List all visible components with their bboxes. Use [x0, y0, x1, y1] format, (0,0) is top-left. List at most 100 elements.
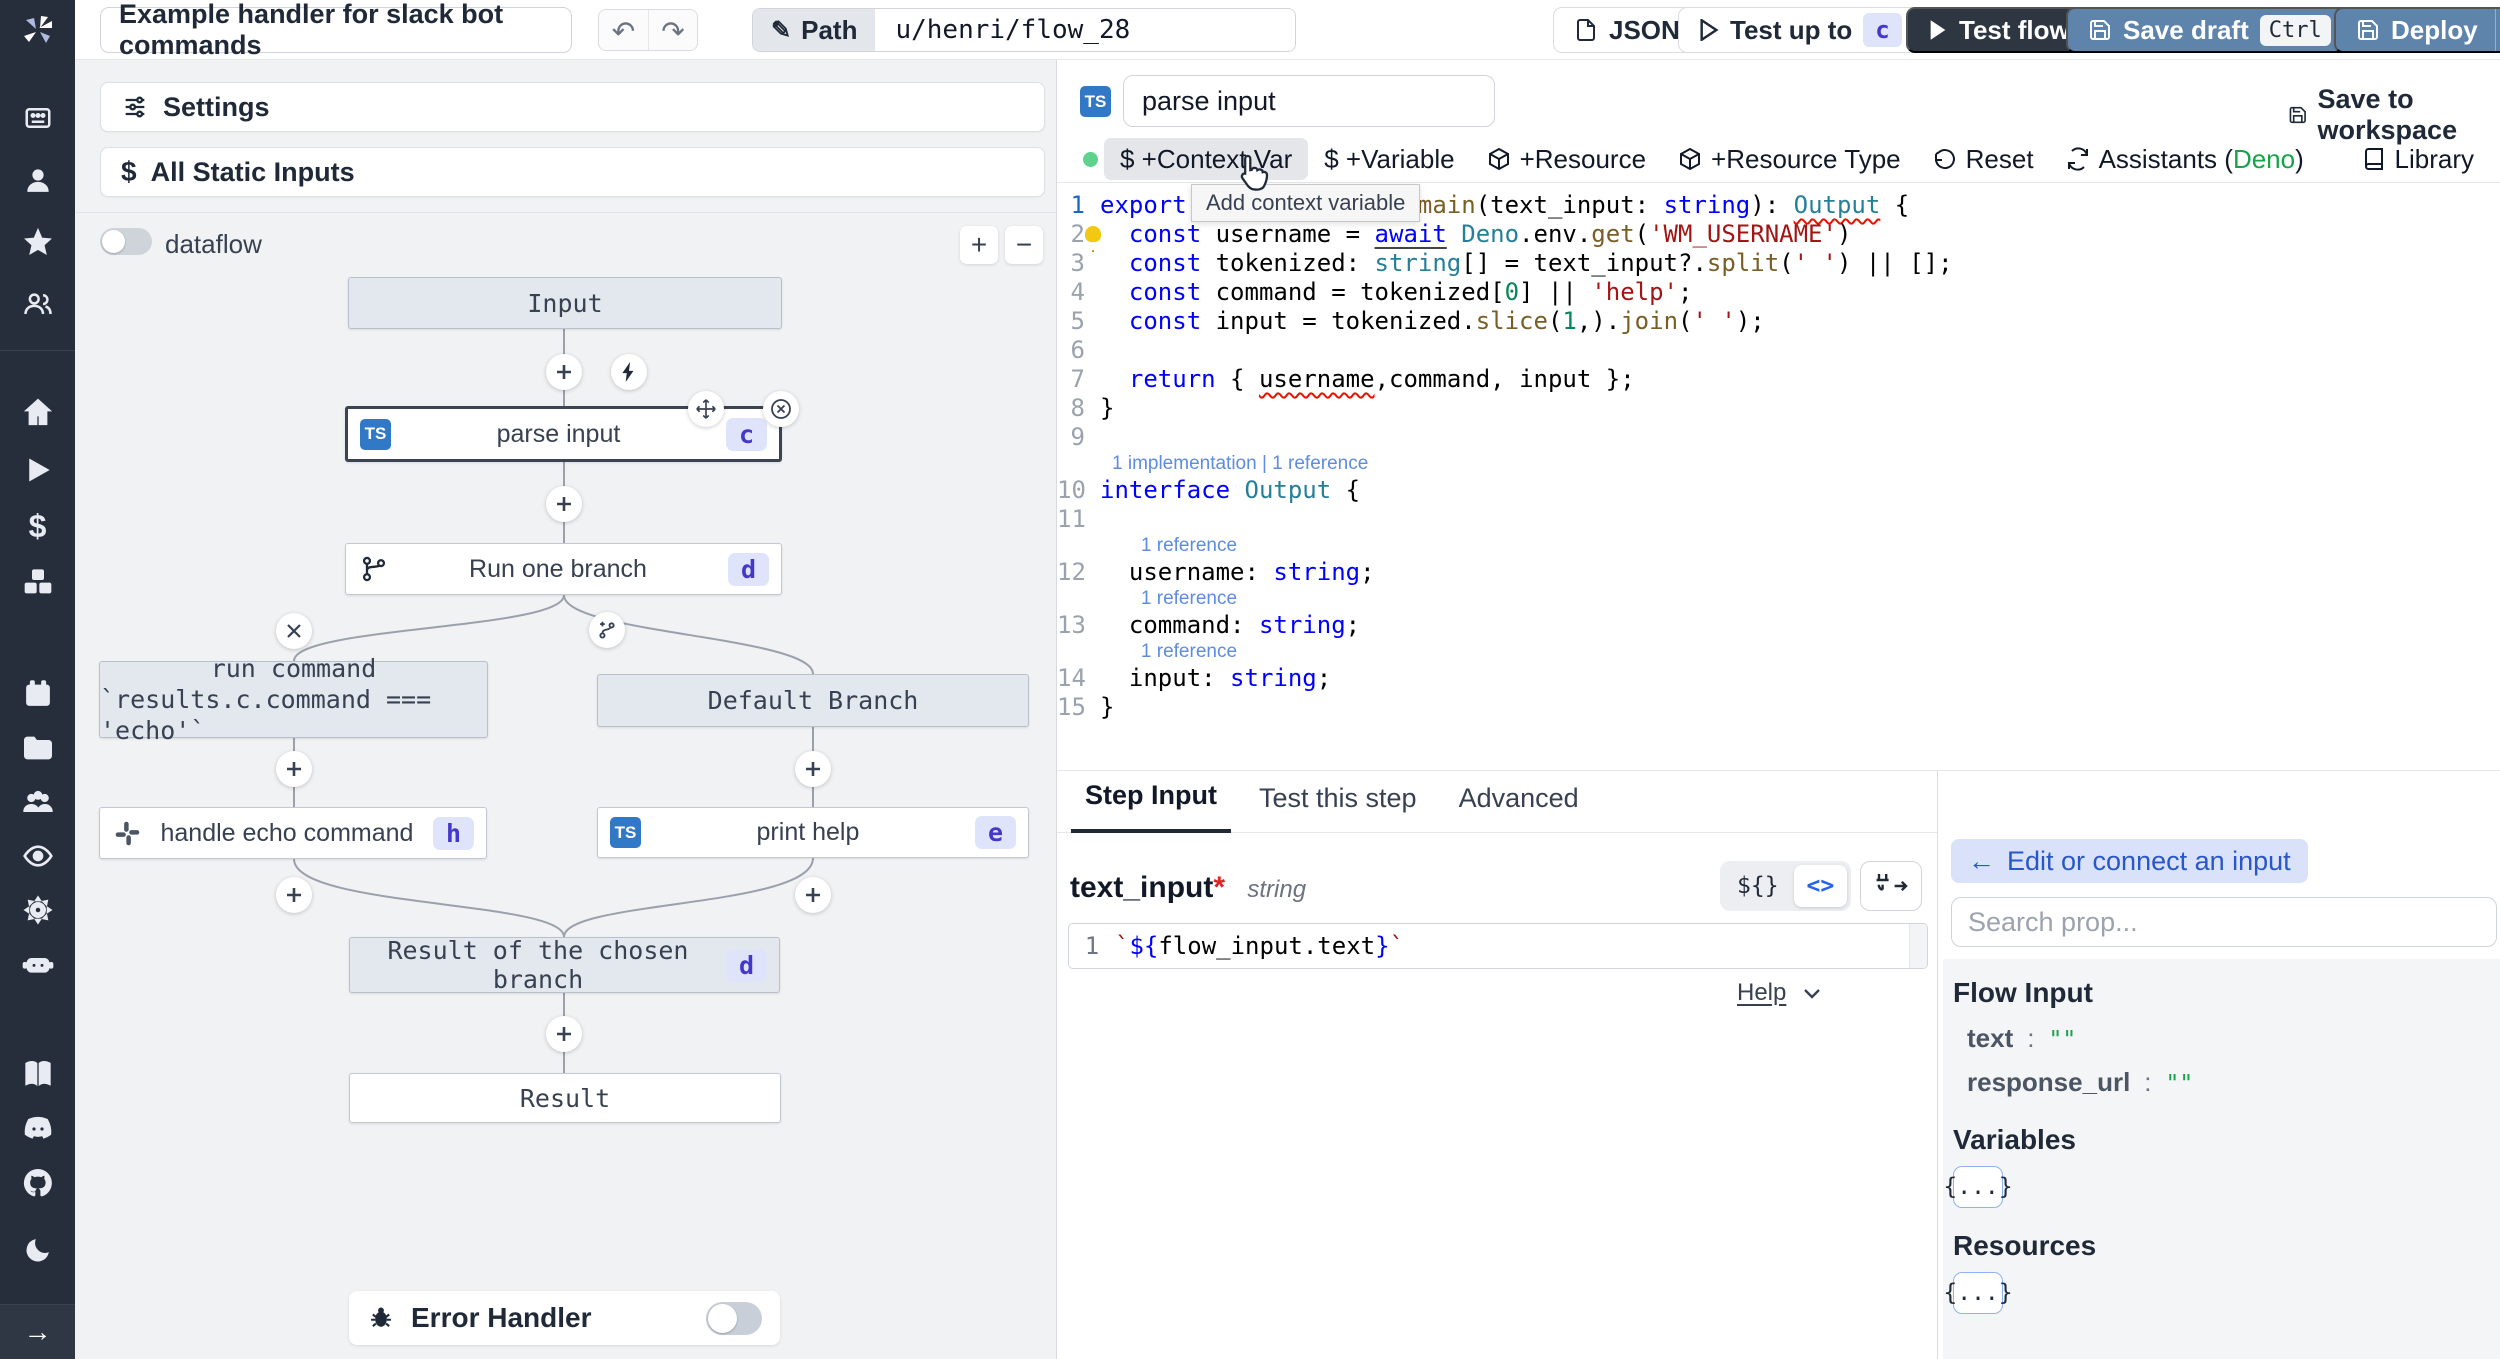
prop-response-url[interactable]: response_url: "": [1967, 1067, 2500, 1098]
assistants-button[interactable]: Assistants (Deno): [2050, 138, 2320, 180]
flow-node-branch[interactable]: Run one branch d: [345, 543, 782, 595]
apps-icon[interactable]: [0, 96, 75, 140]
suspend-approval-icon[interactable]: [2067, 82, 2097, 112]
windmill-logo[interactable]: [18, 10, 58, 55]
groups-icon[interactable]: [0, 780, 75, 824]
help-link[interactable]: Help: [1737, 979, 1786, 1007]
flow-node-result[interactable]: Result: [349, 1073, 781, 1123]
undo-button[interactable]: ↶: [599, 10, 648, 50]
typescript-icon: TS: [360, 418, 391, 450]
user-icon[interactable]: [0, 158, 75, 202]
flow-node-input[interactable]: Input: [348, 277, 782, 329]
variables-icon[interactable]: $: [0, 504, 75, 548]
connect-input-panel: ← Edit or connect an input Search prop..…: [1937, 770, 2500, 1359]
insert-step-button[interactable]: [276, 751, 312, 787]
insert-step-button[interactable]: [546, 1016, 582, 1052]
flow-node-handle-echo[interactable]: handle echo command h: [99, 807, 487, 859]
home-icon[interactable]: [0, 390, 75, 434]
prop-text[interactable]: text: "": [1967, 1023, 2500, 1054]
search-prop-input[interactable]: Search prop...: [1951, 897, 2497, 947]
flow-title-input[interactable]: Example handler for slack bot commands: [100, 0, 572, 60]
test-flow-button[interactable]: Test flow: [1906, 7, 2092, 53]
redo-button[interactable]: ↷: [648, 10, 697, 50]
error-handler-row: Error Handler: [349, 1291, 780, 1345]
discord-icon[interactable]: [0, 1107, 75, 1151]
flow-graph-panel: Settings $ All Static Inputs dataflow + …: [75, 60, 1057, 1359]
deploy-button[interactable]: Deploy: [2334, 7, 2500, 53]
arrow-right-icon: →: [23, 1316, 52, 1347]
insert-step-button[interactable]: [795, 877, 831, 913]
connect-input-button[interactable]: [1860, 861, 1922, 911]
flow-node-run-command-branch[interactable]: run command `results.c.command === 'echo…: [99, 654, 488, 745]
plus-icon: [287, 888, 301, 902]
step-name-input[interactable]: parse input: [1123, 75, 1495, 127]
tab-advanced[interactable]: Advanced: [1445, 783, 1593, 832]
flow-node-print-help[interactable]: TS print help e: [597, 807, 1029, 858]
chevron-down-icon[interactable]: [1800, 981, 1824, 1005]
voicemail-icon[interactable]: [2175, 82, 2209, 112]
step-id-badge: e: [974, 816, 1016, 849]
docs-icon[interactable]: [0, 1052, 75, 1096]
save-icon: [2289, 106, 2306, 124]
insert-step-button[interactable]: [795, 751, 831, 787]
trigger-button[interactable]: [611, 354, 647, 390]
reset-button[interactable]: Reset: [1917, 138, 2050, 180]
early-stop-icon[interactable]: [1910, 82, 1940, 112]
audit-logs-icon[interactable]: [0, 834, 75, 878]
add-resource-button[interactable]: +Resource: [1471, 138, 1662, 180]
resources-object-chip[interactable]: {...}: [1943, 1272, 2013, 1314]
plus-icon: [557, 365, 571, 379]
add-variable-button[interactable]: $ +Variable: [1308, 138, 1470, 180]
book-icon: [2364, 148, 2383, 170]
library-button[interactable]: Library: [2346, 138, 2490, 180]
insert-step-button[interactable]: [546, 486, 582, 522]
move-step-button[interactable]: [688, 391, 724, 427]
sleep-icon[interactable]: [2120, 82, 2152, 112]
add-context-var-button[interactable]: $ +Context Var: [1104, 138, 1309, 180]
step-config-panel: Step Input Test this step Advanced text_…: [1057, 770, 1937, 1359]
flow-node-branch-result[interactable]: Result of the chosen branch d: [349, 936, 780, 994]
settings-gear-icon[interactable]: [0, 888, 75, 932]
users-icon[interactable]: [0, 282, 75, 326]
scrollbar[interactable]: [1909, 924, 1927, 968]
insert-step-button[interactable]: [546, 354, 582, 390]
insert-step-button[interactable]: [276, 877, 312, 913]
js-mode-button[interactable]: <>: [1793, 865, 1848, 907]
cache-icon[interactable]: [1963, 82, 1993, 112]
expression-editor[interactable]: 1 `${flow_input.text}`: [1068, 923, 1928, 969]
star-icon[interactable]: [0, 220, 75, 264]
mock-icon[interactable]: [2016, 82, 2044, 112]
add-branch-button[interactable]: [589, 612, 625, 648]
resources-icon[interactable]: [0, 560, 75, 604]
add-resource-type-button[interactable]: +Resource Type: [1662, 138, 1917, 180]
variables-object-chip[interactable]: {...}: [1943, 1166, 2013, 1208]
code-editor[interactable]: 1export async function main(text_input: …: [1057, 191, 2500, 769]
schedules-icon[interactable]: [0, 672, 75, 716]
folders-icon[interactable]: [0, 726, 75, 770]
tab-step-input[interactable]: Step Input: [1071, 780, 1231, 833]
edit-or-connect-button[interactable]: ← Edit or connect an input: [1951, 839, 2308, 883]
tab-test-this-step[interactable]: Test this step: [1245, 783, 1431, 832]
expand-sidebar-button[interactable]: →: [0, 1304, 75, 1359]
step-id-badge: h: [432, 816, 474, 850]
path-field[interactable]: ✎ Path u/henri/flow_28: [752, 8, 1297, 52]
play-icon: [1930, 20, 1946, 40]
plus-icon: [557, 497, 571, 511]
runs-icon[interactable]: [0, 448, 75, 492]
test-up-to-button[interactable]: Test up to c: [1678, 7, 1923, 53]
error-handler-toggle[interactable]: [706, 1301, 762, 1335]
required-asterisk: *: [1213, 871, 1226, 904]
flow-node-default-branch[interactable]: Default Branch: [597, 674, 1029, 727]
dark-mode-icon[interactable]: [0, 1228, 75, 1272]
remove-branch-button[interactable]: [276, 613, 312, 649]
delete-step-button[interactable]: [763, 391, 799, 427]
play-icon: [1700, 19, 1719, 41]
resources-title: Resources: [1953, 1230, 2097, 1261]
workers-icon[interactable]: [0, 942, 75, 986]
github-icon[interactable]: [0, 1161, 75, 1205]
static-mode-button[interactable]: ${}: [1724, 865, 1792, 907]
retries-icon[interactable]: [1857, 82, 1887, 112]
path-value[interactable]: u/henri/flow_28: [875, 9, 1296, 51]
sidebar: $ →: [0, 0, 75, 1359]
status-dot: [1083, 151, 1098, 167]
